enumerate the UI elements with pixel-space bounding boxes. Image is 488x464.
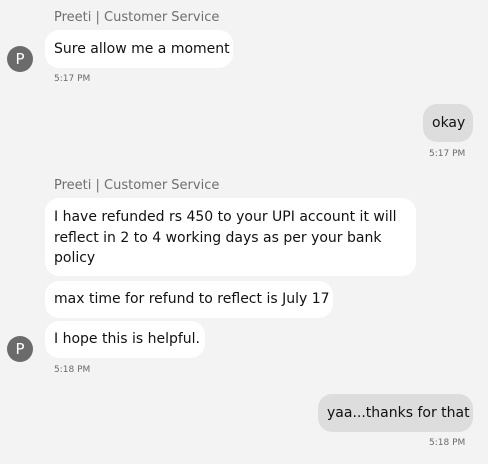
message-timestamp: 5:17 PM <box>429 149 466 159</box>
incoming-message: I have refunded rs 450 to your UPI accou… <box>45 198 416 276</box>
message-timestamp: 5:18 PM <box>429 438 466 448</box>
agent-avatar: P <box>7 46 33 72</box>
message-timestamp: 5:17 PM <box>54 74 91 84</box>
agent-avatar: P <box>7 336 33 362</box>
sender-name: Preeti | Customer Service <box>54 10 220 25</box>
sender-name: Preeti | Customer Service <box>54 178 220 193</box>
outgoing-message: yaa...thanks for that <box>318 394 473 432</box>
incoming-message: max time for refund to reflect is July 1… <box>45 281 333 318</box>
incoming-message: I hope this is helpful. <box>45 321 205 358</box>
outgoing-message: okay <box>423 104 473 142</box>
message-timestamp: 5:18 PM <box>54 365 91 375</box>
incoming-message: Sure allow me a moment <box>45 30 233 68</box>
